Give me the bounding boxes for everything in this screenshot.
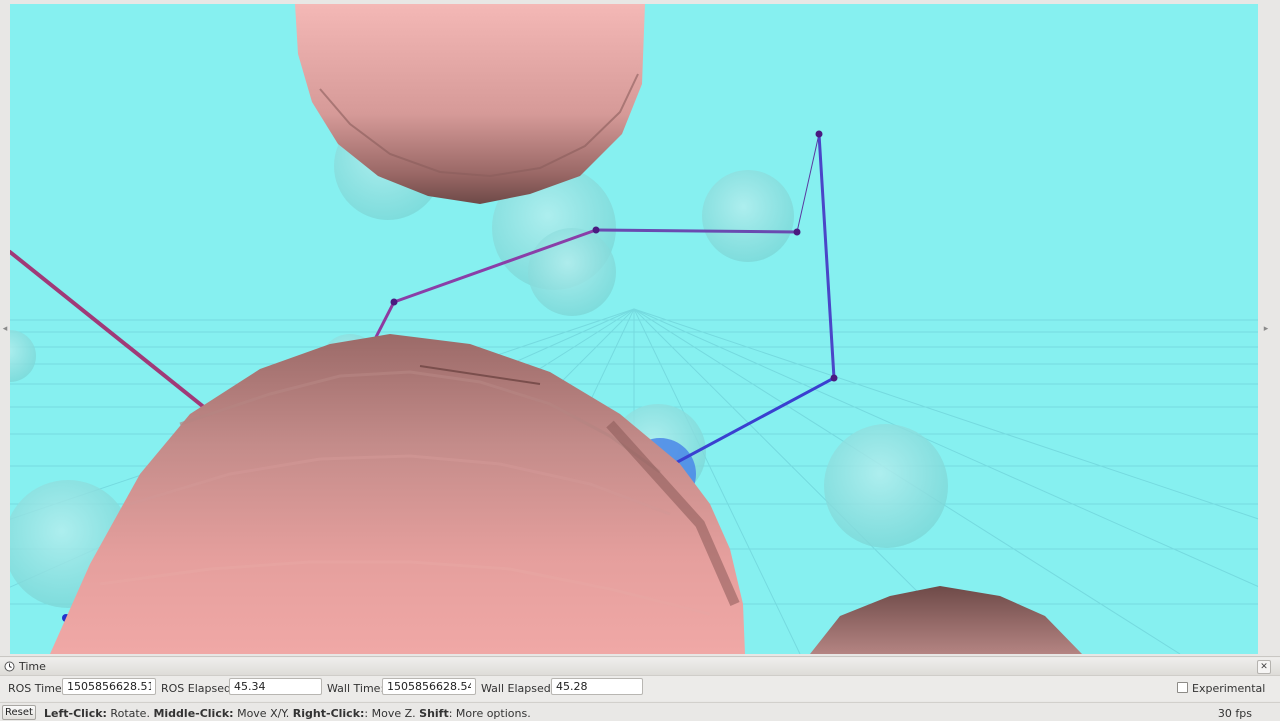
scene-svg: [10, 4, 1258, 654]
ros-time-label: ROS Time:: [8, 682, 66, 695]
time-panel-title: Time: [19, 660, 46, 673]
fps-counter: 30 fps: [1217, 707, 1252, 720]
right-click-key: Right-Click:: [292, 707, 365, 720]
middle-click-action: Move X/Y.: [233, 707, 293, 720]
wall-elapsed-field[interactable]: [551, 678, 643, 695]
mouse-help-text: Left-Click: Rotate. Middle-Click: Move X…: [44, 707, 531, 720]
experimental-label: Experimental: [1192, 682, 1266, 695]
ros-elapsed-field[interactable]: [229, 678, 322, 695]
wall-time-label: Wall Time:: [327, 682, 385, 695]
reset-button[interactable]: Reset: [2, 705, 36, 720]
close-icon[interactable]: ✕: [1257, 660, 1271, 674]
right-panel-collapse-handle[interactable]: ▸: [1262, 322, 1270, 336]
time-panel-header: Time ✕: [0, 658, 1280, 676]
ros-elapsed-label: ROS Elapsed:: [161, 682, 235, 695]
wall-time-field[interactable]: [382, 678, 476, 695]
shift-key: Shift: [419, 707, 449, 720]
left-click-key: Left-Click:: [44, 707, 107, 720]
right-click-action: : Move Z.: [364, 707, 420, 720]
shift-action: : More options.: [448, 707, 531, 720]
render-viewport: ◂ ▸: [0, 0, 1280, 656]
experimental-checkbox[interactable]: [1177, 682, 1188, 693]
time-panel: Time ✕ ROS Time: ROS Elapsed: Wall Time:…: [0, 656, 1280, 701]
left-click-action: Rotate.: [106, 707, 154, 720]
3d-scene-canvas[interactable]: [10, 4, 1258, 654]
left-panel-collapse-handle[interactable]: ◂: [1, 322, 9, 336]
status-bar: Reset Left-Click: Rotate. Middle-Click: …: [0, 702, 1280, 721]
clock-icon: [4, 661, 15, 672]
obstacle-blob-front: [50, 334, 745, 654]
middle-click-key: Middle-Click:: [153, 707, 234, 720]
ros-time-field[interactable]: [62, 678, 156, 695]
wall-elapsed-label: Wall Elapsed:: [481, 682, 555, 695]
obstacle-blob-bottom-right: [810, 586, 1082, 654]
